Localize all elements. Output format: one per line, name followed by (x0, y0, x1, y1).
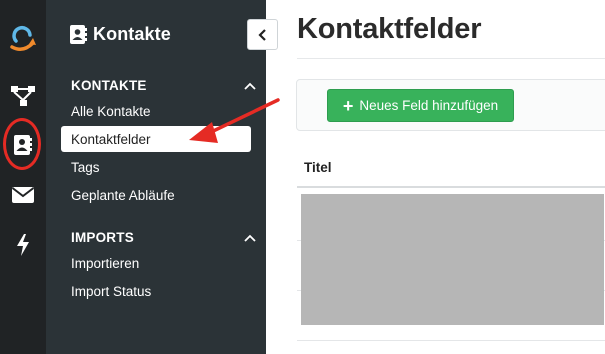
logo-icon[interactable] (0, 18, 46, 58)
add-field-button-label: Neues Feld hinzufügen (359, 98, 499, 113)
sidebar-item-import-status[interactable]: Import Status (61, 278, 251, 304)
bolt-icon[interactable] (0, 225, 46, 265)
mail-icon[interactable] (0, 175, 46, 215)
section-heading: KONTAKTE (71, 78, 147, 93)
divider (297, 58, 605, 59)
column-header-titel[interactable]: Titel (304, 160, 332, 175)
section-imports[interactable]: IMPORTS (71, 230, 256, 245)
section-kontakte[interactable]: KONTAKTE (71, 78, 256, 93)
redacted-table-content (301, 194, 604, 325)
plus-icon: + (342, 95, 354, 116)
add-field-button[interactable]: + Neues Feld hinzufügen (327, 89, 514, 122)
chevron-up-icon[interactable] (244, 82, 256, 90)
sidebar-item-tags[interactable]: Tags (61, 154, 251, 180)
sidebar: Kontakte KONTAKTE Alle Kontakte Kontaktf… (46, 0, 266, 354)
sidebar-title: Kontakte (93, 24, 171, 44)
sidebar-item-importieren[interactable]: Importieren (61, 250, 251, 276)
divider (297, 186, 605, 188)
sidebar-item-alle-kontakte[interactable]: Alle Kontakte (61, 98, 251, 124)
table-row (297, 340, 605, 341)
annotation-circle (3, 118, 41, 170)
sidebar-header: Kontakte (70, 24, 171, 45)
icon-rail (0, 0, 46, 354)
sidebar-item-geplante-ablaeufe[interactable]: Geplante Abläufe (61, 182, 251, 208)
page-title: Kontaktfelder (297, 13, 482, 45)
section-heading: IMPORTS (71, 230, 134, 245)
chevron-left-icon (258, 28, 266, 41)
sidebar-item-kontaktfelder[interactable]: Kontaktfelder (61, 126, 251, 152)
main-content: Kontaktfelder + Neues Feld hinzufügen Ti… (266, 0, 605, 354)
contacts-icon (70, 25, 87, 44)
chevron-up-icon[interactable] (244, 234, 256, 242)
collapse-sidebar-button[interactable] (247, 19, 278, 50)
workflow-icon[interactable] (0, 76, 46, 116)
